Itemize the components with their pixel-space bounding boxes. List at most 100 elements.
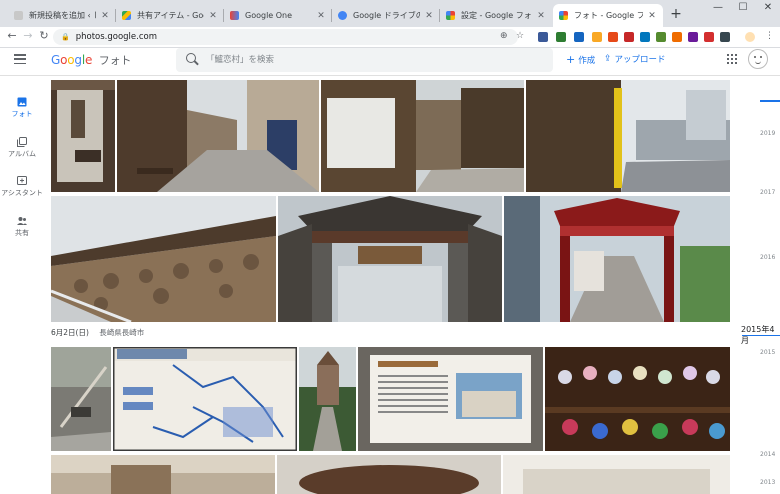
nav-item-albums[interactable]: アルバム — [0, 137, 44, 159]
main-menu-icon[interactable] — [14, 54, 26, 64]
search-bar[interactable] — [176, 48, 553, 72]
drive-favicon-icon — [122, 11, 131, 20]
photo-thumbnail[interactable] — [526, 80, 730, 192]
nav-label: フォト — [11, 110, 33, 118]
timeline-year[interactable]: 2014 — [760, 451, 775, 458]
nav-label: アルバム — [8, 150, 36, 158]
assistant-icon — [17, 176, 27, 185]
extension-icon[interactable] — [574, 32, 584, 42]
extension-icon[interactable] — [608, 32, 618, 42]
photo-thumbnail[interactable] — [503, 455, 730, 494]
timeline-year[interactable]: 2013 — [760, 479, 775, 486]
close-tab-icon[interactable]: ✕ — [100, 11, 110, 21]
photo-thumbnail[interactable] — [51, 80, 115, 192]
upload-label: アップロード — [614, 55, 666, 65]
extension-icon[interactable] — [624, 32, 634, 42]
nav-label: アシスタント — [1, 189, 43, 197]
photo-thumbnail[interactable] — [277, 455, 501, 494]
photo-grid: 6月2日(日) 長崎県長崎市 — [44, 76, 732, 494]
google-photos-logo[interactable]: Google フォト — [51, 52, 131, 68]
extension-icon[interactable] — [538, 32, 548, 42]
browser-tab-active[interactable]: フォト - Google フォト ✕ — [553, 4, 663, 27]
maximize-button[interactable]: ☐ — [733, 2, 753, 13]
nav-item-sharing[interactable]: 共有 — [0, 216, 44, 238]
upload-button[interactable]: ⇪ アップロード — [604, 53, 666, 65]
extension-icon[interactable] — [720, 32, 730, 42]
extension-icon[interactable] — [688, 32, 698, 42]
photo-thumbnail[interactable] — [504, 196, 730, 322]
album-icon — [17, 137, 27, 147]
photo-thumbnail[interactable] — [51, 347, 111, 451]
extension-icon[interactable] — [640, 32, 650, 42]
google-apps-icon[interactable] — [727, 54, 737, 64]
close-window-button[interactable]: ✕ — [758, 2, 778, 13]
left-navigation: フォト アルバム アシスタント 共有 — [0, 76, 44, 494]
tab-title: Google One — [245, 11, 293, 20]
search-input[interactable] — [206, 53, 536, 67]
account-avatar[interactable] — [748, 49, 768, 69]
doc-favicon-icon — [14, 11, 23, 20]
close-tab-icon[interactable]: ✕ — [316, 11, 326, 21]
timeline-year[interactable]: 2015 — [760, 349, 775, 356]
timeline-year[interactable]: 2016 — [760, 254, 775, 261]
address-bar[interactable]: 🔒 photos.google.com — [53, 29, 518, 45]
close-tab-icon[interactable]: ✕ — [536, 11, 546, 21]
reload-button[interactable]: ↻ — [37, 29, 51, 42]
extension-icon[interactable] — [592, 32, 602, 42]
timeline-position-line — [742, 335, 780, 336]
close-tab-icon[interactable]: ✕ — [208, 11, 218, 21]
browser-tab-strip: 新規投稿を追加 ‹ しもた帳 — ✕ 共有アイテム - Google ドライ ✕… — [0, 0, 780, 27]
profile-avatar-icon[interactable] — [745, 32, 755, 42]
search-icon[interactable] — [186, 53, 196, 63]
timeline-year[interactable]: 2017 — [760, 189, 775, 196]
extension-icon[interactable] — [704, 32, 714, 42]
photo-icon — [17, 97, 27, 107]
photo-thumbnail[interactable] — [278, 196, 502, 322]
timeline-year[interactable]: 2019 — [760, 130, 775, 137]
minimize-button[interactable]: — — [708, 2, 728, 13]
close-tab-icon[interactable]: ✕ — [647, 11, 657, 21]
browser-tab-5[interactable]: 設定 - Google フォト ✕ — [440, 4, 552, 27]
browser-tab-4[interactable]: Google ドライブの保存容量 ✕ — [332, 4, 440, 27]
photos-favicon-icon — [446, 11, 455, 20]
photo-thumbnail[interactable] — [321, 80, 524, 192]
photo-thumbnail[interactable] — [117, 80, 319, 192]
chrome-menu-icon[interactable]: ⋮ — [765, 31, 774, 41]
browser-tab-1[interactable]: 新規投稿を追加 ‹ しもた帳 — ✕ — [8, 4, 116, 27]
timeline-scrubber[interactable]: 2019 2017 2016 2015年4月 2015 2014 2013 — [732, 76, 780, 494]
create-button[interactable]: + 作成 — [566, 53, 595, 66]
section-location[interactable]: 長崎県長崎市 — [99, 328, 144, 337]
nav-label: 共有 — [15, 229, 29, 237]
upload-icon: ⇪ — [604, 54, 612, 64]
browser-tab-3[interactable]: Google One ✕ — [224, 4, 332, 27]
nav-item-assistant[interactable]: アシスタント — [0, 176, 44, 198]
browser-tab-2[interactable]: 共有アイテム - Google ドライ ✕ — [116, 4, 224, 27]
app-name: フォト — [98, 54, 132, 67]
forward-button[interactable]: → — [21, 29, 35, 42]
photo-thumbnail[interactable] — [358, 347, 543, 451]
photo-thumbnail[interactable] — [51, 455, 275, 494]
close-tab-icon[interactable]: ✕ — [424, 11, 434, 21]
nav-item-photos[interactable]: フォト — [0, 97, 44, 119]
photos-favicon-icon — [559, 11, 568, 20]
tab-title: 新規投稿を追加 ‹ しもた帳 — — [29, 11, 96, 20]
install-icon[interactable]: ⊕ — [500, 31, 508, 41]
bookmark-star-icon[interactable]: ☆ — [516, 31, 524, 41]
tab-title: Google ドライブの保存容量 — [353, 11, 420, 20]
extension-icon[interactable] — [672, 32, 682, 42]
extension-icon[interactable] — [556, 32, 566, 42]
tab-title: 設定 - Google フォト — [461, 11, 532, 20]
photo-thumbnail[interactable] — [299, 347, 356, 451]
photo-thumbnail[interactable] — [113, 347, 297, 451]
lock-icon: 🔒 — [61, 33, 70, 41]
sharing-icon — [17, 217, 27, 225]
new-tab-button[interactable]: + — [668, 6, 684, 22]
tab-title: 共有アイテム - Google ドライ — [137, 11, 204, 20]
section-date: 6月2日(日) — [51, 328, 89, 337]
scrubber-indicator — [760, 100, 780, 102]
extension-icon[interactable] — [656, 32, 666, 42]
tab-title: フォト - Google フォト — [574, 11, 643, 20]
photo-thumbnail[interactable] — [51, 196, 276, 322]
photo-thumbnail[interactable] — [545, 347, 730, 451]
back-button[interactable]: ← — [5, 29, 19, 42]
